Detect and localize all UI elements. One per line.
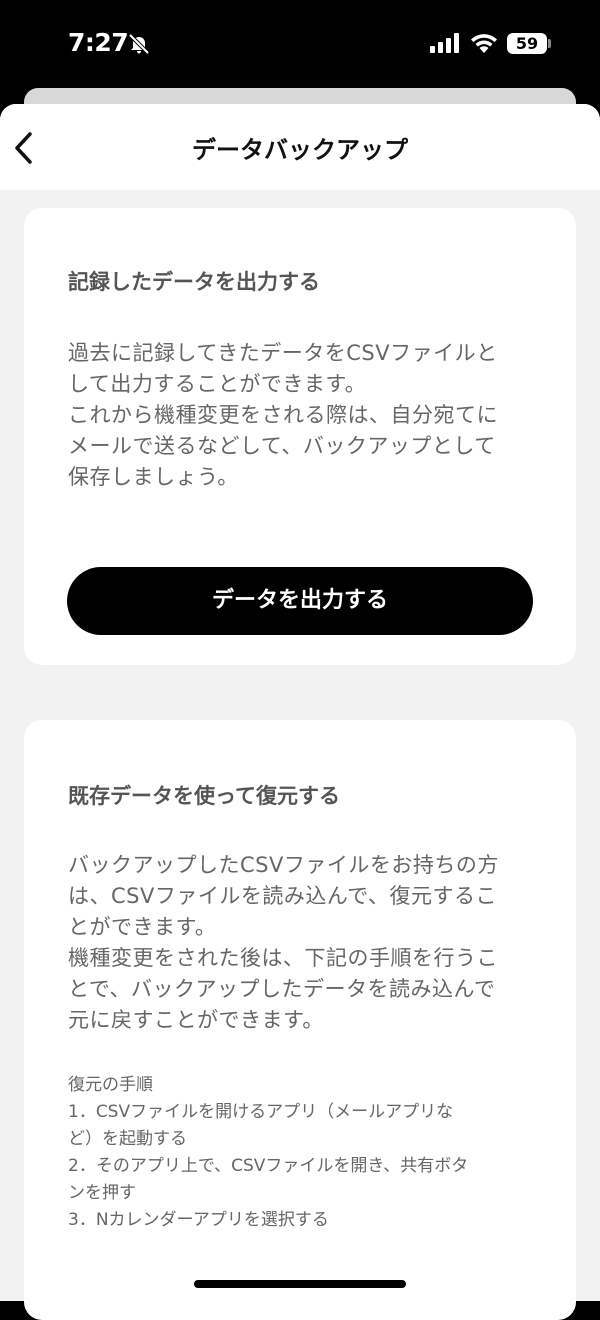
restore-card-title: 既存データを使って復元する	[68, 784, 340, 808]
export-data-button[interactable]: データを出力する	[67, 567, 533, 635]
signal-icon	[430, 33, 460, 57]
export-card-title: 記録したデータを出力する	[68, 270, 320, 294]
wifi-icon	[470, 32, 498, 57]
export-card-description: 過去に記録してきたデータをCSVファイルと して出力することができます。 これか…	[68, 341, 498, 489]
status-bar: 7:27 59	[0, 0, 600, 92]
battery-icon: 59	[507, 33, 547, 54]
bell-slash-icon	[128, 33, 150, 55]
restore-steps: 復元の手順 1．CSVファイルを開けるアプリ（メールアプリな ど）を起動する 2…	[68, 1075, 469, 1230]
status-time: 7:27	[68, 28, 129, 57]
battery-tip	[548, 39, 551, 48]
page-title: データバックアップ	[192, 136, 408, 164]
navigation-bar: データバックアップ	[0, 104, 600, 190]
home-indicator	[194, 1280, 406, 1288]
restore-card-description: バックアップしたCSVファイルをお持ちの方 は、CSVファイルを読み込んで、復元…	[68, 853, 499, 1032]
